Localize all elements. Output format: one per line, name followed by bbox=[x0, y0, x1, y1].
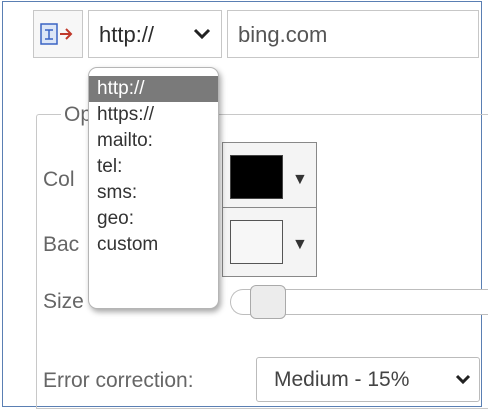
url-input[interactable]: bing.com bbox=[227, 10, 479, 58]
protocol-dropdown-menu: http:// https:// mailto: tel: sms: geo: … bbox=[88, 67, 219, 309]
color-label: Col bbox=[43, 168, 75, 191]
error-correction-value: Medium - 15% bbox=[274, 368, 410, 391]
protocol-value: http:// bbox=[99, 22, 155, 47]
foreground-color-swatch bbox=[230, 155, 283, 199]
protocol-option-https[interactable]: https:// bbox=[89, 102, 218, 128]
size-label: Size bbox=[43, 290, 84, 313]
protocol-option-mailto[interactable]: mailto: bbox=[89, 128, 218, 154]
error-correction-select[interactable]: Medium - 15% bbox=[256, 357, 480, 402]
protocol-option-http[interactable]: http:// bbox=[89, 76, 218, 102]
background-label: Bac bbox=[43, 233, 80, 256]
insert-link-button[interactable] bbox=[33, 10, 83, 58]
foreground-color-picker[interactable]: ▼ bbox=[222, 142, 317, 212]
chevron-down-icon bbox=[193, 28, 211, 40]
chevron-down-icon bbox=[455, 374, 471, 385]
protocol-option-custom[interactable]: custom bbox=[89, 232, 218, 258]
protocol-option-geo[interactable]: geo: bbox=[89, 206, 218, 232]
dropdown-arrow-icon: ▼ bbox=[292, 171, 308, 188]
link-arrow-icon bbox=[40, 23, 73, 45]
protocol-option-tel[interactable]: tel: bbox=[89, 154, 218, 180]
error-correction-label: Error correction: bbox=[43, 369, 194, 392]
size-slider-thumb[interactable] bbox=[250, 285, 286, 319]
background-color-picker[interactable]: ▼ bbox=[222, 207, 317, 277]
url-value: bing.com bbox=[238, 22, 328, 47]
protocol-option-sms[interactable]: sms: bbox=[89, 180, 218, 206]
protocol-select[interactable]: http:// bbox=[88, 10, 222, 58]
dropdown-arrow-icon: ▼ bbox=[292, 236, 308, 253]
background-color-swatch bbox=[230, 220, 283, 264]
